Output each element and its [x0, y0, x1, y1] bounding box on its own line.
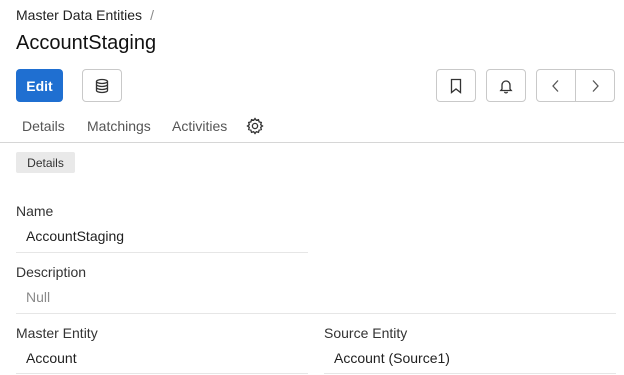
chevron-left-icon: [552, 79, 559, 92]
source-entity-divider: [324, 373, 616, 374]
tab-activities[interactable]: Activities: [172, 118, 227, 134]
breadcrumb: Master Data Entities /: [16, 7, 154, 23]
section-details-chip: Details: [16, 152, 75, 173]
database-icon: [95, 78, 109, 93]
chevron-right-icon: [592, 79, 599, 92]
tab-details[interactable]: Details: [22, 118, 65, 134]
breadcrumb-parent-link[interactable]: Master Data Entities: [16, 7, 142, 23]
notification-button[interactable]: [486, 69, 526, 102]
breadcrumb-separator: /: [150, 7, 154, 23]
source-entity-label: Source Entity: [324, 325, 408, 341]
name-value: AccountStaging: [26, 228, 125, 244]
description-label: Description: [16, 264, 87, 280]
tab-matchings[interactable]: Matchings: [87, 118, 151, 134]
name-label: Name: [16, 203, 54, 219]
next-record-button[interactable]: [575, 70, 614, 101]
bookmark-icon: [450, 78, 462, 94]
bell-icon: [499, 79, 513, 93]
name-divider: [16, 252, 308, 253]
source-entity-value: Account (Source1): [334, 350, 450, 366]
edit-button[interactable]: Edit: [16, 69, 63, 102]
bookmark-button[interactable]: [436, 69, 476, 102]
description-divider: [16, 313, 616, 314]
gear-icon: [246, 117, 264, 135]
record-navigation: [536, 69, 615, 102]
tab-settings[interactable]: [245, 116, 265, 136]
master-entity-value: Account: [26, 350, 77, 366]
page-title: AccountStaging: [16, 32, 157, 54]
database-button[interactable]: [82, 69, 122, 102]
previous-record-button[interactable]: [537, 70, 575, 101]
master-entity-label: Master Entity: [16, 325, 98, 341]
description-value: Null: [26, 289, 51, 305]
tab-bar: Details Matchings Activities: [0, 110, 624, 143]
master-entity-divider: [16, 373, 308, 374]
